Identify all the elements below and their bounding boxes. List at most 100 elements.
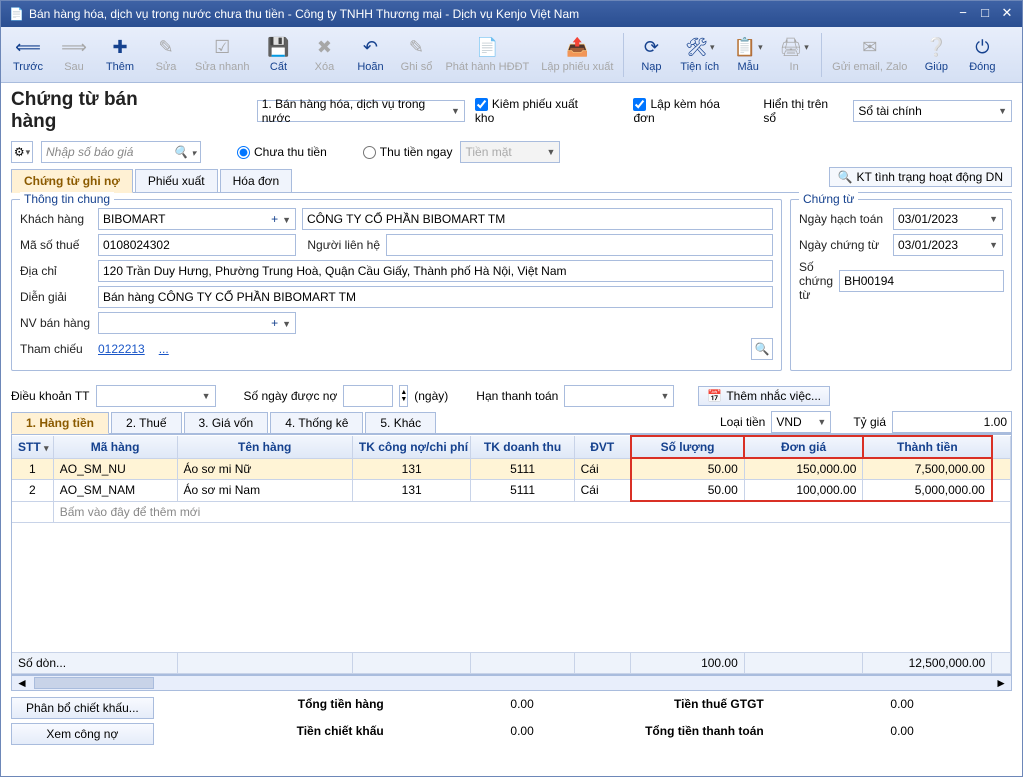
- add-icon[interactable]: +: [267, 316, 282, 330]
- gửi email, zalo-icon: ✉: [862, 37, 877, 59]
- show-label: Hiển thị trên sổ: [763, 97, 843, 125]
- label-nv: NV bán hàng: [20, 316, 92, 330]
- tygia-input[interactable]: [892, 411, 1012, 433]
- toolbar-c-t[interactable]: 💾Cất: [255, 30, 301, 80]
- val-tth: 0.00: [414, 697, 534, 718]
- col-dvt[interactable]: ĐVT: [574, 436, 631, 458]
- htt-input[interactable]: ▼: [564, 385, 674, 407]
- thamchieu-link[interactable]: 0122213: [98, 342, 145, 356]
- group-title: Chứng từ: [799, 192, 858, 206]
- group-title: Thông tin chung: [20, 192, 114, 206]
- sct-input[interactable]: [839, 270, 1004, 292]
- add-row[interactable]: Bấm vào đây để thêm mới: [12, 501, 1011, 523]
- tiện ích-icon: 🛠▾: [685, 37, 714, 59]
- close-button[interactable]: ✕: [998, 6, 1016, 22]
- phanbo-button[interactable]: Phân bổ chiết khấu...: [11, 697, 154, 719]
- main-toolbar: ⟸Trước⟹Sau✚Thêm✎Sửa☑Sửa nhanh💾Cất✖Xóa↶Ho…: [1, 27, 1022, 83]
- table-row[interactable]: 1AO_SM_NUÁo sơ mi Nữ1315111Cái50.00150,0…: [12, 458, 1011, 480]
- label-gtgt: Tiền thuế GTGT: [564, 697, 764, 718]
- col-tkc[interactable]: TK công nợ/chi phí: [352, 436, 471, 458]
- toolbar-x-a: ✖Xóa: [301, 30, 347, 80]
- group-chungtu: Chứng từ Ngày hạch toán03/01/2023▼ Ngày …: [790, 199, 1012, 371]
- col-tkd[interactable]: TK doanh thu: [471, 436, 574, 458]
- gear-icon[interactable]: ⚙▾: [11, 141, 33, 163]
- minimize-button[interactable]: −: [954, 6, 972, 22]
- doctype-select[interactable]: 1. Bán hàng hóa, dịch vụ trong nước▼: [257, 100, 465, 122]
- label-tc: Tham chiếu: [20, 342, 92, 356]
- nạp-icon: ⟳: [644, 37, 659, 59]
- dg-input[interactable]: [98, 286, 773, 308]
- check-phieuxuat[interactable]: Kiêm phiếu xuất kho: [475, 97, 600, 125]
- toolbar-ho-n[interactable]: ↶Hoãn: [347, 30, 393, 80]
- stab-thongke[interactable]: 4. Thống kê: [270, 412, 363, 433]
- label-dk: Điều khoản TT: [11, 389, 90, 403]
- mst-input[interactable]: [98, 234, 296, 256]
- nct-input[interactable]: 03/01/2023▼: [893, 234, 1003, 256]
- nv-input[interactable]: +▼: [98, 312, 296, 334]
- kh-name-input[interactable]: [302, 208, 773, 230]
- sn-input[interactable]: [343, 385, 393, 407]
- col-stt[interactable]: STT ▾: [12, 436, 53, 458]
- tienmat-select: Tiền mặt▼: [460, 141, 560, 163]
- xemcongno-button[interactable]: Xem công nợ: [11, 723, 154, 745]
- window-title: Bán hàng hóa, dịch vụ trong nước chưa th…: [29, 7, 950, 21]
- toolbar--ng[interactable]: ⏻Đóng: [959, 30, 1005, 80]
- col-tenhang[interactable]: Tên hàng: [177, 436, 352, 458]
- page-title: Chứng từ bán hàng: [11, 89, 187, 133]
- toolbar-s-a-nhanh: ☑Sửa nhanh: [189, 30, 255, 80]
- col-soluong[interactable]: Số lượng: [631, 436, 744, 458]
- stab-hangtien[interactable]: 1. Hàng tiền: [11, 412, 109, 434]
- thêm-icon: ✚: [112, 37, 127, 59]
- col-thanhtien[interactable]: Thành tiền: [863, 436, 992, 458]
- stab-thue[interactable]: 2. Thuế: [111, 412, 181, 433]
- col-more[interactable]: [992, 436, 1011, 458]
- label-nct: Ngày chứng từ: [799, 238, 887, 252]
- search-input[interactable]: Nhập số báo giá 🔍 ▾: [41, 141, 201, 163]
- toolbar-n-p[interactable]: ⟳Nạp: [628, 30, 674, 80]
- col-dongia[interactable]: Đơn giá: [744, 436, 863, 458]
- reminder-button[interactable]: 📅Thêm nhắc việc...: [698, 386, 830, 406]
- items-grid: STT ▾ Mã hàng Tên hàng TK công nợ/chi ph…: [11, 434, 1012, 675]
- lập phiếu xuất-icon: 📤: [566, 37, 588, 59]
- show-select[interactable]: Sổ tài chính▼: [853, 100, 1012, 122]
- totals: Tổng tiền hàng0.00 Tiền thuế GTGT0.00 Ti…: [194, 697, 1012, 745]
- toolbar-gi-p[interactable]: ❔Giúp: [913, 30, 959, 80]
- nlh-input[interactable]: [386, 234, 773, 256]
- toolbar-th-m[interactable]: ✚Thêm: [97, 30, 143, 80]
- dk-input[interactable]: ▼: [96, 385, 216, 407]
- label-nlh: Người liên hệ: [302, 238, 380, 252]
- stab-giavon[interactable]: 3. Giá vốn: [184, 412, 269, 433]
- label-ck: Tiền chiết khấu: [194, 724, 384, 745]
- giúp-icon: ❔: [925, 37, 947, 59]
- kt-status-button[interactable]: 🔍KT tình trạng hoạt động DN: [829, 167, 1013, 187]
- thamchieu-more[interactable]: ...: [159, 342, 169, 356]
- tab-ghinợ[interactable]: Chứng từ ghi nợ: [11, 169, 133, 193]
- maximize-button[interactable]: □: [976, 6, 994, 22]
- toolbar-ti-n-ch[interactable]: 🛠▾Tiện ích: [674, 30, 725, 80]
- label-ngay: (ngày): [414, 389, 448, 403]
- horizontal-scrollbar[interactable]: ◄►: [11, 675, 1012, 691]
- stab-khac[interactable]: 5. Khác: [365, 412, 436, 433]
- loaitien-select[interactable]: VND▼: [771, 411, 831, 433]
- toolbar-tr-c[interactable]: ⟸Trước: [5, 30, 51, 80]
- tab-hoadon[interactable]: Hóa đơn: [220, 169, 293, 192]
- nht-input[interactable]: 03/01/2023▼: [893, 208, 1003, 230]
- dc-input[interactable]: [98, 260, 773, 282]
- hoãn-icon: ↶: [363, 37, 378, 59]
- radio-thungay[interactable]: Thu tiền ngay: [363, 145, 453, 159]
- label-sn: Số ngày được nợ: [244, 389, 338, 403]
- label-sct: Số chứng từ: [799, 260, 833, 302]
- magnify-icon[interactable]: 🔍: [751, 338, 773, 360]
- col-mahang[interactable]: Mã hàng: [53, 436, 177, 458]
- radio-chuathu[interactable]: Chưa thu tiền: [237, 145, 327, 159]
- spin-icon[interactable]: ▲▼: [399, 385, 408, 407]
- toolbar-sau: ⟹Sau: [51, 30, 97, 80]
- toolbar-l-p-phi-u-xu-t: 📤Lập phiếu xuất: [535, 30, 619, 80]
- doctype-value: 1. Bán hàng hóa, dịch vụ trong nước: [262, 97, 451, 125]
- toolbar-m-u[interactable]: 📋▾Mẫu: [725, 30, 771, 80]
- kh-code-input[interactable]: BIBOMART+▼: [98, 208, 296, 230]
- table-row[interactable]: 2AO_SM_NAMÁo sơ mi Nam1315111Cái50.00100…: [12, 480, 1011, 502]
- check-hoadon[interactable]: Lập kèm hóa đơn: [633, 97, 743, 125]
- tab-phieuxuat[interactable]: Phiếu xuất: [135, 169, 218, 192]
- add-icon[interactable]: +: [267, 212, 282, 226]
